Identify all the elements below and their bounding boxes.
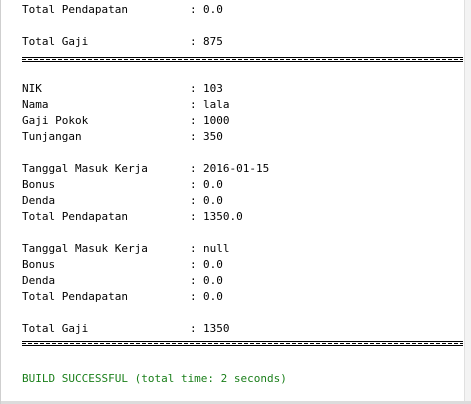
line-separator: : [190, 82, 197, 95]
line-separator: : [190, 274, 197, 287]
output-line-bonus: Bonus : 0.0 [22, 257, 223, 273]
line-value: 0.0 [203, 3, 223, 16]
output-line-total-pendapatan: Total Pendapatan : 1350.0 [22, 209, 243, 225]
line-label: Total Gaji [22, 35, 89, 48]
line-label: Gaji Pokok [22, 114, 89, 127]
line-value: 1000 [203, 114, 230, 127]
line-separator: : [190, 290, 197, 303]
line-value: 0.0 [203, 194, 223, 207]
output-line-nama: Nama : lala [22, 97, 230, 113]
output-line-total-gaji: Total Gaji : 875 [22, 34, 223, 50]
scrollbar-track[interactable] [464, 0, 471, 404]
line-separator: : [190, 35, 197, 48]
build-status: BUILD SUCCESSFUL (total time: 2 seconds) [22, 372, 287, 385]
separator-rule [22, 341, 463, 346]
line-value: 0.0 [203, 290, 223, 303]
output-line-tanggal-masuk: Tanggal Masuk Kerja : null [22, 241, 230, 257]
output-line-bonus: Bonus : 0.0 [22, 177, 223, 193]
line-label: Total Pendapatan [22, 290, 128, 303]
line-label: Total Pendapatan [22, 3, 128, 16]
line-separator: : [190, 242, 197, 255]
output-line-gaji-pokok: Gaji Pokok : 1000 [22, 113, 230, 129]
line-value: 103 [203, 82, 223, 95]
line-value: 350 [203, 130, 223, 143]
line-value: 0.0 [203, 178, 223, 191]
output-line-nik: NIK : 103 [22, 81, 223, 97]
line-value: lala [203, 98, 230, 111]
line-label: Tanggal Masuk Kerja [22, 242, 148, 255]
line-label: Nama [22, 98, 49, 111]
line-value: 0.0 [203, 258, 223, 271]
line-label: Denda [22, 274, 56, 287]
line-label: Tanggal Masuk Kerja [22, 162, 148, 175]
output-line-total-pendapatan: Total Pendapatan : 0.0 [22, 289, 223, 305]
line-separator: : [190, 98, 197, 111]
output-line-total-gaji: Total Gaji : 1350 [22, 321, 230, 337]
line-label: Tunjangan [22, 130, 82, 143]
output-line-denda: Denda : 0.0 [22, 193, 223, 209]
line-separator: : [190, 3, 197, 16]
line-value: 1350 [203, 322, 230, 335]
line-value: null [203, 242, 230, 255]
line-label: NIK [22, 82, 42, 95]
line-separator: : [190, 178, 197, 191]
output-console[interactable]: Total Pendapatan : 0.0 Total Gaji : 875 … [0, 0, 471, 404]
line-label: Bonus [22, 178, 56, 191]
line-label: Total Gaji [22, 322, 89, 335]
line-separator: : [190, 130, 197, 143]
output-line-tunjangan: Tunjangan : 350 [22, 129, 223, 145]
output-line-total-pendapatan: Total Pendapatan : 0.0 [22, 2, 223, 18]
line-separator: : [190, 210, 197, 223]
line-separator: : [190, 114, 197, 127]
line-label: Bonus [22, 258, 56, 271]
line-separator: : [190, 322, 197, 335]
line-separator: : [190, 162, 197, 175]
output-line-tanggal-masuk: Tanggal Masuk Kerja : 2016-01-15 [22, 161, 269, 177]
line-label: Total Pendapatan [22, 210, 128, 223]
output-line-denda: Denda : 0.0 [22, 273, 223, 289]
line-label: Denda [22, 194, 56, 207]
line-value: 1350.0 [203, 210, 243, 223]
line-separator: : [190, 258, 197, 271]
line-value: 875 [203, 35, 223, 48]
line-value: 0.0 [203, 274, 223, 287]
line-value: 2016-01-15 [203, 162, 270, 175]
line-separator: : [190, 194, 197, 207]
separator-rule [22, 57, 463, 62]
